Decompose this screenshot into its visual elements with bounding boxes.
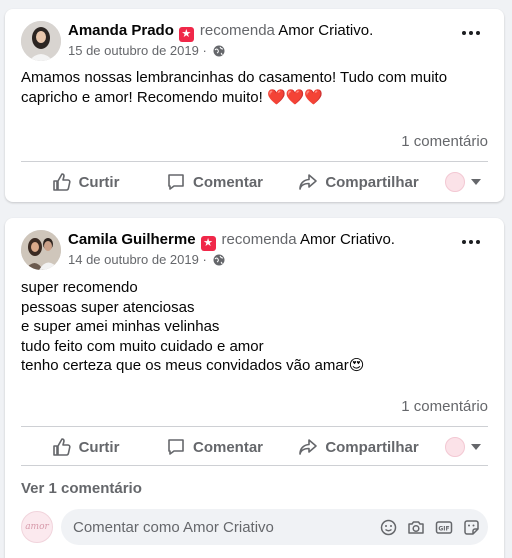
star-badge-icon: ★ <box>178 27 194 42</box>
recommend-verb: recomenda <box>221 231 297 248</box>
post-header: Amanda Prado ★ recomenda Amor Criativo. <box>68 22 454 42</box>
share-arrow-icon <box>299 174 318 190</box>
page-avatar-icon <box>445 172 465 192</box>
thumbs-up-icon <box>52 173 71 191</box>
comment-button[interactable]: Comentar <box>150 162 279 202</box>
more-options-icon[interactable] <box>462 31 480 35</box>
post-line: capricho e amor! Recomendo muito! ❤️❤️❤️ <box>21 88 323 106</box>
post-body: Amamos nossas lembrancinhas do casamento… <box>21 68 488 107</box>
post-date: 14 de outubro de 2019 · <box>68 252 225 270</box>
share-label: Compartilhar <box>325 173 419 191</box>
reaction-selector[interactable] <box>438 427 488 467</box>
post-line: e super amei minhas velinhas <box>21 318 220 335</box>
post-line: tudo feito com muito cuidado e amor <box>21 337 264 355</box>
post-line: pessoas super atenciosas <box>21 298 195 316</box>
post-date-text[interactable]: 15 de outubro de 2019 · <box>68 43 207 58</box>
star-badge-icon: ★ <box>200 236 216 251</box>
page-avatar[interactable]: amor <box>21 511 53 543</box>
author-name[interactable]: Camila Guilherme <box>68 231 196 248</box>
like-button[interactable]: Curtir <box>21 427 150 467</box>
camera-icon[interactable] <box>407 519 425 536</box>
more-options-icon[interactable] <box>462 240 480 244</box>
header-period: . <box>369 22 374 39</box>
view-comments-link[interactable]: Ver 1 comentário <box>21 480 142 497</box>
chevron-down-icon <box>471 444 481 450</box>
thumbs-up-icon <box>52 438 71 456</box>
share-arrow-icon <box>299 439 318 455</box>
comment-input[interactable]: Comentar como Amor Criativo GIF <box>61 509 488 545</box>
comment-label: Comentar <box>192 173 263 191</box>
post-line: tenho certeza que os meus convidados vão… <box>21 357 365 374</box>
sticker-icon[interactable] <box>463 519 480 536</box>
author-name[interactable]: Amanda Prado <box>68 22 174 39</box>
comment-button[interactable]: Comentar <box>150 427 279 467</box>
comment-count[interactable]: 1 comentário <box>401 398 488 415</box>
recommend-verb: recomenda <box>199 22 275 39</box>
post-date: 15 de outubro de 2019 · <box>68 43 225 61</box>
action-bar: Curtir Comentar Compartilhar <box>21 162 488 202</box>
post-line: Amamos nossas lembrancinhas do casamento… <box>21 69 448 86</box>
speech-bubble-icon <box>168 439 184 455</box>
post-date-text[interactable]: 14 de outubro de 2019 · <box>68 252 207 267</box>
comment-label: Comentar <box>192 438 263 456</box>
like-button[interactable]: Curtir <box>21 162 150 202</box>
header-period: . <box>390 231 395 248</box>
share-button[interactable]: Compartilhar <box>279 427 438 467</box>
comment-count[interactable]: 1 comentário <box>401 133 488 150</box>
page-name-link[interactable]: Amor Criativo <box>300 231 391 248</box>
speech-bubble-icon <box>168 174 184 190</box>
page-name-link[interactable]: Amor Criativo <box>278 22 369 39</box>
comment-placeholder: Comentar como Amor Criativo <box>73 518 274 536</box>
author-avatar[interactable] <box>21 21 61 61</box>
like-label: Curtir <box>78 173 120 191</box>
globe-icon <box>213 254 225 270</box>
post-card: Amanda Prado ★ recomenda Amor Criativo. 15… <box>5 9 504 202</box>
post-line: super recomendo <box>21 279 138 296</box>
post-body: super recomendo pessoas super atenciosas… <box>21 278 488 376</box>
comment-tools: GIF <box>380 509 480 545</box>
reaction-selector[interactable] <box>438 162 488 202</box>
chevron-down-icon <box>471 179 481 185</box>
share-button[interactable]: Compartilhar <box>279 162 438 202</box>
globe-icon <box>213 45 225 61</box>
page-avatar-text: amor <box>25 522 49 532</box>
gif-icon[interactable]: GIF <box>435 519 453 536</box>
smiley-icon[interactable] <box>380 519 397 536</box>
action-bar: Curtir Comentar Compartilhar <box>21 427 488 467</box>
author-avatar[interactable] <box>21 230 61 270</box>
like-label: Curtir <box>78 438 120 456</box>
divider <box>21 465 488 466</box>
post-card: Camila Guilherme ★ recomenda Amor Criativo… <box>5 218 504 558</box>
post-header: Camila Guilherme ★ recomenda Amor Criativo… <box>68 231 454 251</box>
share-label: Compartilhar <box>325 438 419 456</box>
comment-composer: amor Comentar como Amor Criativo GIF <box>21 508 488 546</box>
svg-text:GIF: GIF <box>438 525 449 532</box>
page-avatar-icon <box>445 437 465 457</box>
